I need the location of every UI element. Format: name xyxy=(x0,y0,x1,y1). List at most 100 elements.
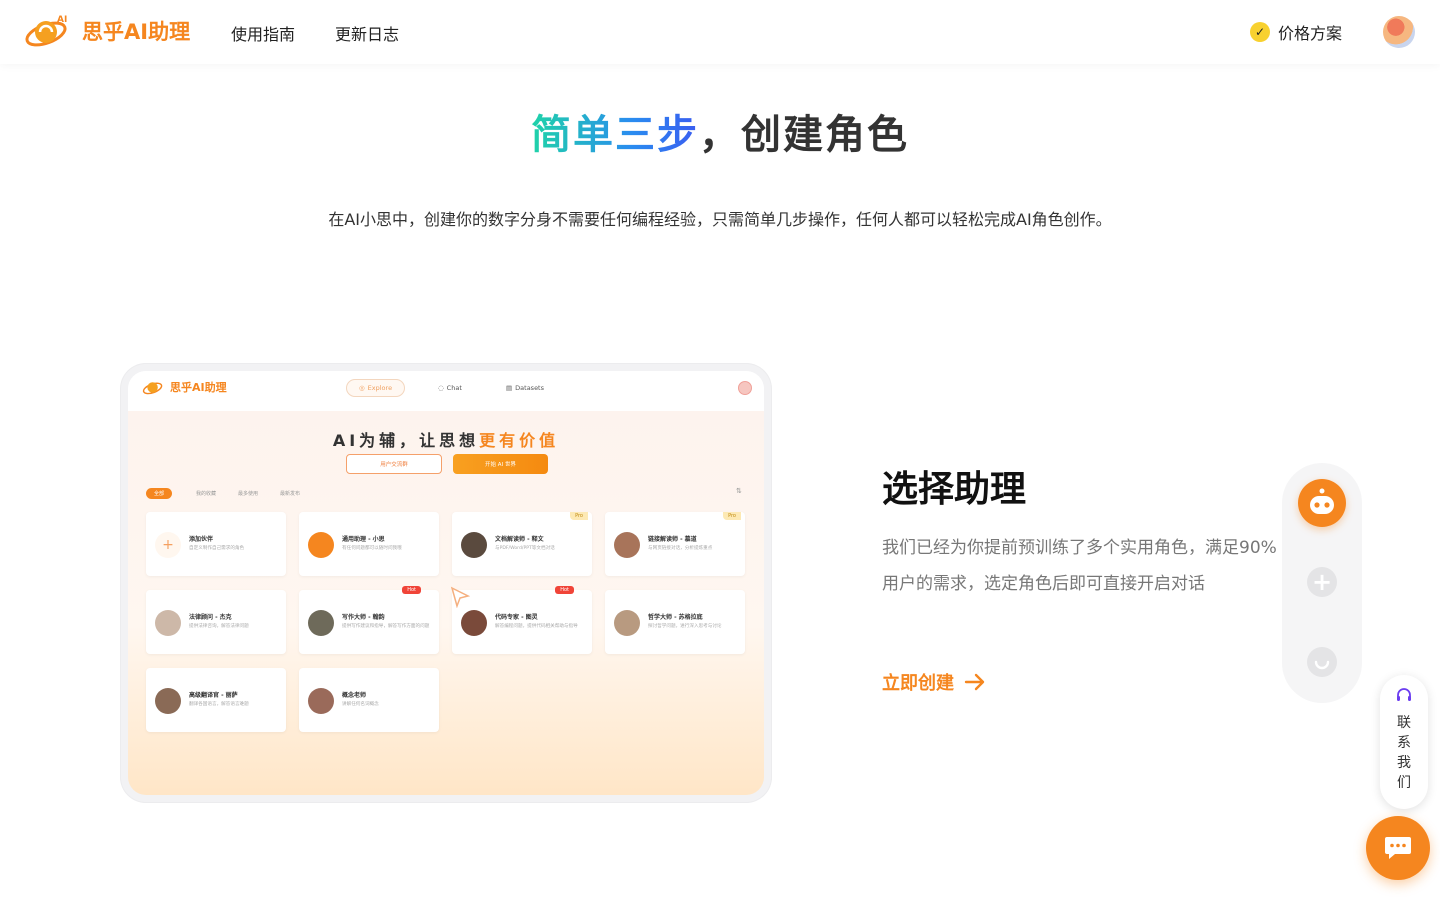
mock-filter-new: 最新发布 xyxy=(280,491,301,497)
mock-avatar xyxy=(738,381,752,395)
robot-face-icon xyxy=(1310,488,1334,514)
card-desc: 自定义制作自己需求的角色 xyxy=(189,546,245,551)
nav-changelog[interactable]: 更新日志 xyxy=(335,21,399,45)
cursor-icon xyxy=(450,586,470,608)
product-screenshot: 思乎AI助理 ◎ Explore ◌ Chat ▤ Datasets AI为辅，让思想… xyxy=(120,363,772,803)
logo[interactable]: AI 思乎AI助理 xyxy=(24,12,190,50)
mock-filter-popular: 最多使用 xyxy=(238,491,259,497)
logo-text: 思乎AI助理 xyxy=(82,20,191,44)
card-name: 哲学大师 - 苏格拉底 xyxy=(648,614,703,621)
mock-tab-chat: ◌ Chat xyxy=(438,384,462,392)
mock-card: 法律顾问 - 杰克 提供法律咨询，解答法律问题 xyxy=(146,590,286,654)
arrow-right-icon xyxy=(964,673,985,691)
card-desc: 解答编程问题，提供代码相关帮助与指导 xyxy=(495,624,578,629)
persona-avatar xyxy=(461,532,487,558)
plus-icon: + xyxy=(155,532,181,558)
message-icon xyxy=(1385,837,1411,859)
hot-badge: Hot xyxy=(402,586,421,594)
mock-tab-explore: ◎ Explore xyxy=(346,379,406,397)
database-icon: ▤ xyxy=(506,384,513,392)
chat-icon: ◌ xyxy=(438,384,444,392)
assistant-avatar xyxy=(308,532,334,558)
card-name: 法律顾问 - 杰克 xyxy=(189,614,232,621)
create-now-link[interactable]: 立即创建 xyxy=(882,669,986,695)
contact-us-widget[interactable]: 联系我们 xyxy=(1380,675,1428,809)
mock-tab-label: Chat xyxy=(446,384,462,392)
pricing-label: 价格方案 xyxy=(1278,24,1343,43)
card-name: 高级翻译官 - 丽萨 xyxy=(189,692,238,699)
card-desc: 探讨哲学问题，进行深入思考与讨论 xyxy=(648,624,722,629)
hero-title-rest: ，创建角色 xyxy=(699,112,909,158)
hot-badge: Hot xyxy=(555,586,574,594)
create-now-label: 立即创建 xyxy=(882,673,954,694)
mock-slogan-main: AI为辅，让思想 xyxy=(332,431,480,450)
mock-slogan-highlight: 更有价值 xyxy=(479,431,560,450)
pricing-link[interactable]: ✓ 价格方案 xyxy=(1250,20,1342,44)
mock-card: Hot 代码专家 - 图灵 解答编程问题，提供代码相关帮助与指导 xyxy=(452,586,592,654)
chat-launcher-button[interactable] xyxy=(1366,816,1430,880)
persona-avatar xyxy=(308,610,334,636)
hero-title-highlight: 简单三步 xyxy=(531,112,699,158)
persona-avatar xyxy=(461,610,487,636)
add-icon[interactable]: + xyxy=(1307,567,1337,597)
persona-avatar xyxy=(614,610,640,636)
card-name: 概念老师 xyxy=(342,692,367,699)
card-name: 链接解读师 - 慕道 xyxy=(648,536,697,543)
persona-avatar xyxy=(614,532,640,558)
mock-community-button: 用户交流群 xyxy=(346,454,442,474)
mock-logo: 思乎AI助理 xyxy=(142,378,227,396)
persona-avatar xyxy=(155,688,181,714)
card-desc: 与PDF/Word/PPT等文档对话 xyxy=(495,546,555,551)
persona-avatar xyxy=(308,688,334,714)
pro-badge: Pro xyxy=(723,512,741,520)
screenshot-screen: 思乎AI助理 ◎ Explore ◌ Chat ▤ Datasets AI为辅，让思想… xyxy=(128,371,764,795)
user-avatar[interactable] xyxy=(1383,16,1415,48)
card-name: 文档解读师 - 释文 xyxy=(495,536,544,543)
floating-dock: + xyxy=(1282,463,1362,703)
mock-tab-label: Datasets xyxy=(515,384,544,392)
card-desc: 翻译各国语言，解答语言难题 xyxy=(189,702,249,707)
mock-filter-fav: 我的收藏 xyxy=(196,491,217,497)
mock-card: Hot 写作大师 - 翰韵 提供写作建议和指导，解答写作方面的问题 xyxy=(299,586,439,654)
persona-avatar xyxy=(155,610,181,636)
pro-badge: Pro xyxy=(570,512,588,520)
mock-card: 哲学大师 - 苏格拉底 探讨哲学问题，进行深入思考与讨论 xyxy=(605,590,745,654)
mock-card: Pro 文档解读师 - 释文 与PDF/Word/PPT等文档对话 xyxy=(452,512,592,576)
card-desc: 讲解任何名词概念 xyxy=(342,702,379,707)
mock-card: 通用助理 - 小思 有任何问题都可以随时问我哦 xyxy=(299,512,439,576)
mock-card: Pro 链接解读师 - 慕道 与网页链接对话，分析提炼重点 xyxy=(605,512,745,576)
mock-tab-datasets: ▤ Datasets xyxy=(506,384,544,392)
mock-filter-all: 全部 xyxy=(146,488,173,499)
hero-subtitle: 在AI小思中，创建你的数字分身不需要任何编程经验，只需简单几步操作，任何人都可以… xyxy=(328,210,1112,229)
mock-logo-icon xyxy=(142,382,163,395)
card-name: 写作大师 - 翰韵 xyxy=(342,614,385,621)
top-header: AI 思乎AI助理 使用指南 更新日志 ✓ 价格方案 xyxy=(0,0,1440,64)
mock-card: 概念老师 讲解任何名词概念 xyxy=(299,668,439,732)
compass-icon: ◎ xyxy=(359,384,365,392)
card-desc: 提供写作建议和指导，解答写作方面的问题 xyxy=(342,624,430,629)
hero-title: 简单三步，创建角色 xyxy=(0,102,1440,160)
mock-card: 高级翻译官 - 丽萨 翻译各国语言，解答语言难题 xyxy=(146,668,286,732)
step-title: 选择助理 xyxy=(882,469,1027,510)
mock-logo-text: 思乎AI助理 xyxy=(170,381,227,394)
sort-icon: ⇅ xyxy=(736,487,742,495)
mock-card: + 添加伙伴 自定义制作自己需求的角色 xyxy=(146,512,286,576)
headset-icon xyxy=(1397,688,1411,701)
nav-guide[interactable]: 使用指南 xyxy=(231,21,295,45)
mock-start-button: 开始 AI 世界 xyxy=(453,454,548,474)
card-name: 通用助理 - 小思 xyxy=(342,536,385,543)
card-desc: 提供法律咨询，解答法律问题 xyxy=(189,624,249,629)
card-desc: 与网页链接对话，分析提炼重点 xyxy=(648,546,713,551)
mock-slogan: AI为辅，让思想更有价值 xyxy=(128,427,764,451)
chat-bubble-icon[interactable] xyxy=(1307,647,1337,677)
svg-text:AI: AI xyxy=(57,15,67,25)
step-description: 我们已经为你提前预训练了多个实用角色，满足90%用户的需求，选定角色后即可直接开… xyxy=(882,538,1277,594)
mock-tab-label: Explore xyxy=(367,384,393,392)
robot-icon[interactable] xyxy=(1298,479,1346,527)
card-desc: 有任何问题都可以随时问我哦 xyxy=(342,546,402,551)
logo-icon: AI xyxy=(25,15,67,47)
contact-us-label: 联系我们 xyxy=(1397,715,1411,791)
vip-icon: ✓ xyxy=(1250,22,1270,42)
card-name: 代码专家 - 图灵 xyxy=(495,614,538,621)
card-name: 添加伙伴 xyxy=(189,536,214,543)
